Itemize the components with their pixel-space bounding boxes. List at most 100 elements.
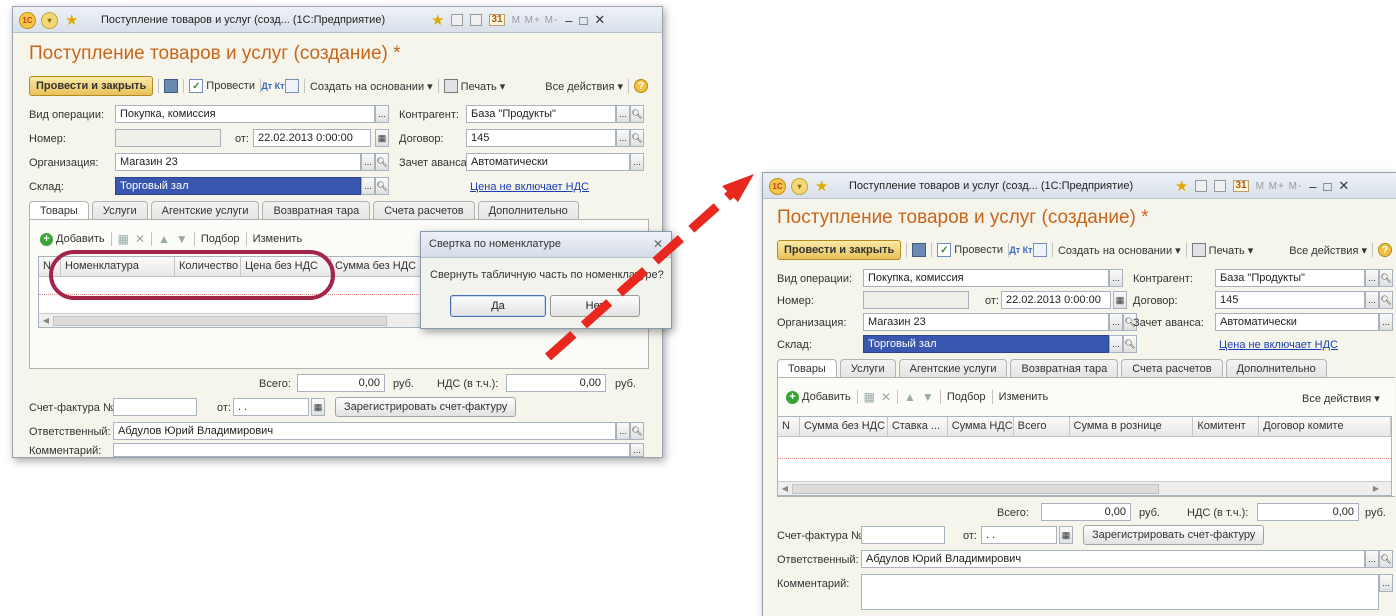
menu-circle-icon[interactable]: ▾	[41, 11, 58, 29]
scroll-thumb[interactable]	[792, 484, 1159, 494]
responsible-field[interactable]: Абдулов Юрий Владимирович	[113, 422, 616, 440]
yes-button[interactable]: Да	[450, 295, 546, 317]
comment-field[interactable]	[113, 443, 630, 457]
invoice-number-field[interactable]	[113, 398, 197, 416]
vat-price-link[interactable]: Цена не включает НДС	[470, 181, 589, 193]
scroll-left-icon[interactable]: ◀	[39, 314, 53, 328]
column-header[interactable]: Номенклатура	[61, 257, 175, 276]
all-actions-button[interactable]: Все действия ▾	[545, 80, 623, 93]
select-button[interactable]: ...	[630, 443, 644, 457]
horizontal-scrollbar[interactable]: ◀ ▶	[778, 481, 1391, 495]
document-icon[interactable]	[1032, 243, 1047, 257]
tab-additional[interactable]: Дополнительно	[477, 201, 579, 220]
select-button[interactable]: ...	[1109, 269, 1123, 287]
search-icon[interactable]: 🔍︎	[1379, 269, 1393, 287]
help-icon[interactable]: ?	[1378, 243, 1392, 257]
calendar-icon[interactable]: ▦	[311, 398, 325, 416]
move-up-icon[interactable]: ▲	[158, 232, 170, 246]
select-button[interactable]: ...	[1365, 550, 1379, 568]
table-row[interactable]	[778, 443, 1391, 459]
delete-icon[interactable]: ✕	[135, 232, 145, 246]
column-header[interactable]: N	[39, 257, 61, 276]
delete-icon[interactable]: ✕	[881, 390, 891, 404]
move-down-icon[interactable]: ▼	[176, 232, 188, 246]
select-button[interactable]: ...	[1109, 335, 1123, 353]
org-field[interactable]: Магазин 23	[115, 153, 361, 171]
column-header[interactable]: Сумма без НДС	[331, 257, 427, 276]
table-all-actions-button[interactable]: Все действия ▾	[1302, 392, 1380, 405]
select-button[interactable]: ...	[630, 153, 644, 171]
contract-field[interactable]: 145	[1215, 291, 1365, 309]
column-header[interactable]: Договор комите	[1259, 417, 1391, 436]
search-icon[interactable]: 🔍︎	[630, 129, 644, 147]
search-icon[interactable]: 🔍︎	[1123, 335, 1137, 353]
post-button[interactable]: ✓ Провести	[937, 243, 1003, 257]
column-header[interactable]: Количество	[175, 257, 241, 276]
warehouse-field[interactable]: Торговый зал	[863, 335, 1109, 353]
tab-agent-services[interactable]: Агентские услуги	[150, 201, 260, 220]
print-button[interactable]: Печать ▾	[443, 79, 505, 93]
number-field[interactable]	[115, 129, 221, 147]
select-button[interactable]: ...	[375, 105, 389, 123]
minimize-icon[interactable]: –	[1309, 179, 1316, 194]
favorite-star-icon[interactable]: ★	[815, 179, 828, 194]
warehouse-field[interactable]: Торговый зал	[115, 177, 361, 195]
tab-services[interactable]: Услуги	[91, 201, 148, 220]
comment-field[interactable]	[861, 574, 1379, 610]
save-icon[interactable]	[164, 79, 179, 93]
calendar-icon[interactable]: ▦	[375, 129, 389, 147]
memory-icon[interactable]: M M+ M-	[1256, 181, 1303, 192]
tab-settlement-accounts[interactable]: Счета расчетов	[1121, 359, 1223, 378]
responsible-field[interactable]: Абдулов Юрий Владимирович	[861, 550, 1365, 568]
number-field[interactable]	[863, 291, 969, 309]
search-icon[interactable]: 🔍︎	[630, 105, 644, 123]
tab-goods[interactable]: Товары	[777, 359, 837, 378]
close-icon[interactable]: ✕	[594, 12, 605, 28]
horizontal-scrollbar[interactable]: ◀	[39, 313, 427, 327]
column-header[interactable]: N	[778, 417, 800, 436]
register-invoice-button[interactable]: Зарегистрировать счет-фактуру	[335, 397, 517, 417]
add-button[interactable]: + Добавить	[40, 232, 105, 246]
save-icon[interactable]	[912, 243, 927, 257]
op-type-field[interactable]: Покупка, комиссия	[115, 105, 375, 123]
advance-field[interactable]: Автоматически	[466, 153, 630, 171]
change-button[interactable]: Изменить	[999, 391, 1049, 403]
document-icon[interactable]	[451, 14, 464, 26]
register-invoice-button[interactable]: Зарегистрировать счет-фактуру	[1083, 525, 1265, 545]
select-button[interactable]: ...	[616, 105, 630, 123]
contractor-field[interactable]: База "Продукты"	[1215, 269, 1365, 287]
select-button[interactable]: ...	[1365, 291, 1379, 309]
advance-field[interactable]: Автоматически	[1215, 313, 1379, 331]
select-button[interactable]: ...	[1379, 574, 1393, 592]
select-button[interactable]: ...	[616, 422, 630, 440]
minimize-icon[interactable]: –	[565, 13, 572, 28]
create-based-on-button[interactable]: Создать на основании ▾	[1058, 244, 1181, 257]
calendar-icon[interactable]: 31	[489, 14, 505, 26]
copy-icon[interactable]: ▦	[118, 232, 129, 246]
scroll-right-icon[interactable]: ▶	[1369, 482, 1383, 496]
select-button[interactable]: ...	[1365, 269, 1379, 287]
vat-price-link[interactable]: Цена не включает НДС	[1219, 339, 1338, 351]
selection-button[interactable]: Подбор	[947, 391, 986, 403]
search-icon[interactable]: 🔍︎	[630, 422, 644, 440]
calculator-icon[interactable]	[1214, 180, 1227, 192]
document-icon[interactable]	[284, 79, 299, 93]
calendar-icon[interactable]: 31	[1233, 180, 1249, 192]
date-field[interactable]: 22.02.2013 0:00:00	[1001, 291, 1111, 309]
close-icon[interactable]: ✕	[1338, 178, 1349, 194]
memory-icon[interactable]: M M+ M-	[512, 15, 559, 26]
search-icon[interactable]: 🔍︎	[375, 153, 389, 171]
contract-field[interactable]: 145	[466, 129, 616, 147]
tab-returnable-containers[interactable]: Возвратная тара	[1010, 359, 1119, 378]
search-icon[interactable]: 🔍︎	[1379, 550, 1393, 568]
invoice-number-field[interactable]	[861, 526, 945, 544]
restore-icon[interactable]: □	[1324, 179, 1332, 194]
select-button[interactable]: ...	[1109, 313, 1123, 331]
select-button[interactable]: ...	[1379, 313, 1393, 331]
print-button[interactable]: Печать ▾	[1191, 243, 1253, 257]
search-icon[interactable]: 🔍︎	[1379, 291, 1393, 309]
tab-returnable-containers[interactable]: Возвратная тара	[262, 201, 371, 220]
create-based-on-button[interactable]: Создать на основании ▾	[310, 80, 433, 93]
tab-additional[interactable]: Дополнительно	[1225, 359, 1327, 378]
select-button[interactable]: ...	[361, 177, 375, 195]
